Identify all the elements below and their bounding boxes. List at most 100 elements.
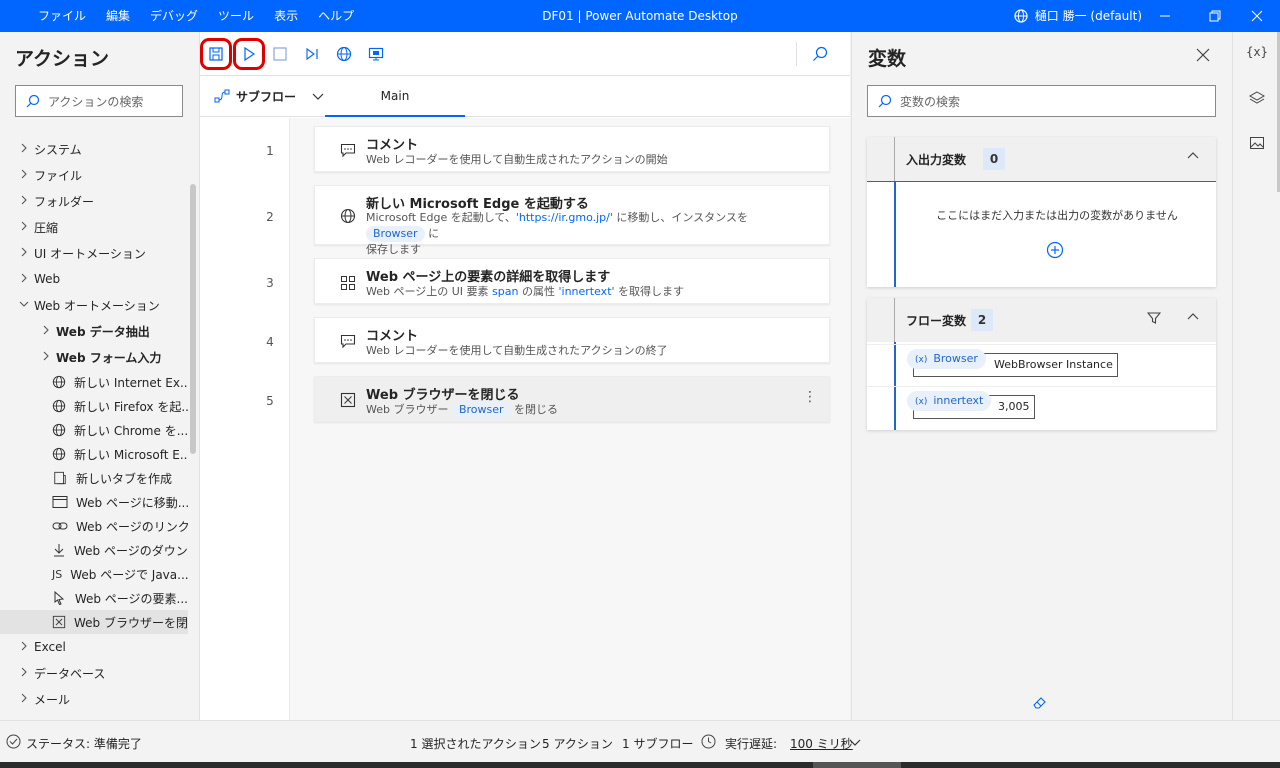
- action-item[interactable]: Web ページのダウン...: [0, 538, 188, 562]
- chevron-down-icon[interactable]: [849, 736, 861, 751]
- action-group[interactable]: システム: [0, 137, 188, 161]
- tree-item-label: Web ページで Java...: [70, 567, 188, 582]
- save-button[interactable]: [200, 38, 232, 70]
- action-item[interactable]: Web ページに移動...: [0, 490, 188, 514]
- action-item[interactable]: Web ページのリンク...: [0, 514, 188, 538]
- menu-tools[interactable]: ツール: [208, 0, 264, 32]
- chevron-up-icon[interactable]: [1187, 150, 1199, 165]
- actions-search-input[interactable]: アクションの検索: [15, 85, 183, 117]
- flow-action-close-browser[interactable]: Web ブラウザーを閉じる Web ブラウザー Browser を閉じる ⋮: [314, 376, 830, 422]
- status-bar: ステータス: 準備完了 1 選択されたアクション 5 アクション 1 サブフロー…: [0, 720, 1280, 762]
- action-group[interactable]: Web オートメーション: [0, 293, 188, 317]
- search-flow-button[interactable]: [804, 38, 836, 70]
- line-number: 5: [266, 394, 274, 408]
- filter-icon[interactable]: [1146, 311, 1162, 328]
- flow-variable-row[interactable]: WebBrowser Instance (x) Browser: [867, 344, 1216, 386]
- element-icon: [339, 274, 357, 292]
- menu-view[interactable]: 表示: [264, 0, 308, 32]
- action-item[interactable]: Web ページの要素...: [0, 586, 188, 610]
- tab-main[interactable]: Main: [325, 76, 465, 117]
- desc-text: 保存します: [366, 243, 421, 256]
- action-item[interactable]: JS Web ページで Java...: [0, 562, 188, 586]
- subflow-tabs: サブフロー Main: [200, 76, 850, 117]
- action-description: Microsoft Edge を起動して、'https://ir.gmo.jp/…: [366, 210, 806, 258]
- menu-edit[interactable]: 編集: [96, 0, 140, 32]
- tree-item-label: システム: [34, 142, 82, 157]
- action-item[interactable]: 新しい Firefox を起...: [0, 394, 188, 418]
- chevron-up-icon[interactable]: [1187, 311, 1199, 326]
- action-group[interactable]: フォルダー: [0, 189, 188, 213]
- globe-icon: [336, 46, 352, 62]
- menu-debug[interactable]: デバッグ: [140, 0, 208, 32]
- action-item[interactable]: Web ブラウザーを閉...: [0, 610, 188, 634]
- variable-name: Browser: [933, 352, 978, 365]
- chevron-down-icon: [312, 93, 324, 100]
- tree-item-label: ファイル: [34, 168, 83, 183]
- more-options-icon[interactable]: ⋮: [803, 389, 817, 405]
- io-variables-header[interactable]: 入出力変数 0: [867, 137, 1216, 181]
- close-window-button[interactable]: [1238, 0, 1276, 32]
- flow-action-launch-edge[interactable]: 新しい Microsoft Edge を起動する Microsoft Edge …: [314, 185, 830, 256]
- line-number: 2: [266, 210, 274, 224]
- action-group[interactable]: データベース: [0, 661, 188, 685]
- variables-rail-icon[interactable]: {x}: [1245, 40, 1269, 64]
- action-item[interactable]: 新しい Internet Ex...: [0, 370, 188, 394]
- actions-scrollbar[interactable]: [190, 184, 196, 454]
- variables-search-input[interactable]: 変数の検索: [867, 85, 1216, 117]
- action-item[interactable]: 新しいタブを作成: [0, 466, 188, 490]
- subflow-label: サブフロー: [236, 89, 297, 104]
- status-text: ステータス: 準備完了: [26, 737, 142, 751]
- flow-action-comment-end[interactable]: コメント Web レコーダーを使用して自動生成されたアクションの終了: [314, 317, 830, 363]
- action-group[interactable]: 圧縮: [0, 215, 188, 239]
- action-subgroup[interactable]: Web フォーム入力: [0, 345, 188, 369]
- add-variable-button[interactable]: [1046, 241, 1064, 262]
- action-group[interactable]: UI オートメーション: [0, 241, 188, 265]
- run-next-action-button[interactable]: [296, 38, 328, 70]
- menu-help[interactable]: ヘルプ: [308, 0, 364, 32]
- menu-file[interactable]: ファイル: [28, 0, 96, 32]
- eraser-button[interactable]: [1032, 694, 1048, 713]
- flow-action-comment-start[interactable]: コメント Web レコーダーを使用して自動生成されたアクションの開始: [314, 126, 830, 172]
- close-variables-button[interactable]: [1196, 46, 1210, 67]
- action-subgroup[interactable]: Web データ抽出: [0, 319, 188, 343]
- tree-item-label: Web ページのダウン...: [74, 543, 188, 558]
- comment-icon: [339, 141, 357, 159]
- action-item[interactable]: 新しい Chrome を...: [0, 418, 188, 442]
- web-recorder-button[interactable]: [328, 38, 360, 70]
- user-account[interactable]: 樋口 勝一 (default): [1013, 0, 1142, 32]
- divider: [894, 298, 895, 342]
- flow-variables-count: 2: [971, 309, 993, 331]
- action-group[interactable]: Excel: [0, 635, 188, 659]
- image-icon[interactable]: [1245, 131, 1269, 155]
- line-number: 3: [266, 276, 274, 290]
- new-tab-icon: [52, 470, 68, 486]
- minimize-button[interactable]: [1146, 0, 1184, 32]
- flow-action-get-element-details[interactable]: Web ページ上の要素の詳細を取得します Web ページ上の UI 要素 spa…: [314, 258, 830, 304]
- maximize-button[interactable]: [1196, 0, 1234, 32]
- stop-button[interactable]: [264, 38, 296, 70]
- run-button[interactable]: [233, 38, 265, 70]
- download-icon: [52, 542, 66, 558]
- action-item[interactable]: 新しい Microsoft E...: [0, 442, 188, 466]
- globe-icon: [52, 398, 66, 414]
- minimize-icon: [1160, 15, 1170, 17]
- variable-chip: Browser: [451, 402, 511, 418]
- browser-window-icon: [52, 494, 68, 510]
- chevron-right-icon: [18, 221, 30, 234]
- action-group[interactable]: メール: [0, 687, 188, 711]
- flow-variables-header[interactable]: フロー変数 2: [867, 298, 1216, 342]
- layers-icon[interactable]: [1245, 86, 1269, 110]
- chevron-right-icon: [18, 273, 30, 286]
- action-group[interactable]: ファイル: [0, 163, 188, 187]
- link-icon: [52, 518, 68, 534]
- delay-value[interactable]: 100 ミリ秒: [790, 735, 853, 752]
- desktop-recorder-button[interactable]: [360, 38, 392, 70]
- action-group[interactable]: Web: [0, 267, 188, 291]
- designer-toolbar: [200, 32, 850, 76]
- action-description: Web ページ上の UI 要素 span の属性 'innertext' を取得…: [366, 284, 806, 300]
- tree-item-label: 圧縮: [34, 220, 59, 235]
- flow-variable-row[interactable]: 3,005 (x) innertext: [867, 386, 1216, 428]
- subflow-dropdown[interactable]: サブフロー: [214, 76, 324, 116]
- action-title: Web ページ上の要素の詳細を取得します: [366, 270, 611, 285]
- chevron-right-icon: [18, 667, 30, 680]
